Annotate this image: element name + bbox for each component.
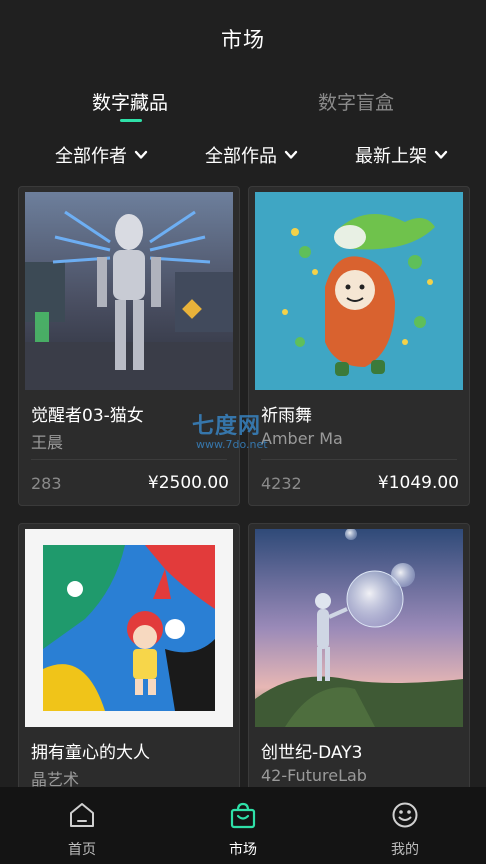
tab-digital-blindbox[interactable]: 数字盲盒 — [318, 88, 394, 115]
nav-label-mine: 我的 — [391, 842, 419, 858]
nav-item-market[interactable]: 市场 — [203, 801, 283, 859]
chevron-down-icon — [134, 150, 148, 159]
filter-author-dropdown[interactable]: 全部作者 — [55, 142, 149, 168]
card-divider — [261, 459, 457, 460]
nav-label-home: 首页 — [68, 842, 96, 858]
bag-icon — [230, 802, 256, 829]
filter-works-dropdown[interactable]: 全部作品 — [205, 142, 299, 168]
genesis-artwork-image — [255, 529, 463, 727]
filter-sort-label: 最新上架 — [355, 146, 427, 167]
collectible-card[interactable]: 创世纪-DAY3 42-FutureLab — [248, 523, 470, 805]
card-divider — [31, 459, 227, 460]
nav-item-mine[interactable]: 我的 — [365, 801, 445, 859]
collectible-card[interactable]: 觉醒者03-猫女 王晨 283 ¥2500.00 — [18, 186, 240, 506]
card-title: 觉醒者03-猫女 — [31, 406, 144, 426]
chevron-down-icon — [284, 150, 298, 159]
card-price: ¥2500.00 — [147, 473, 229, 493]
card-price: ¥1049.00 — [377, 473, 459, 493]
nav-item-home[interactable]: 首页 — [42, 801, 122, 859]
chevron-down-icon — [434, 150, 448, 159]
card-title: 创世纪-DAY3 — [261, 743, 363, 763]
filter-author-label: 全部作者 — [55, 146, 127, 167]
page-title: 市场 — [221, 28, 265, 52]
app-header: 市场 — [0, 0, 486, 78]
collectible-card[interactable]: 祈雨舞 Amber Ma 4232 ¥1049.00 — [248, 186, 470, 506]
filter-bar: 全部作者 全部作品 最新上架 — [0, 136, 486, 176]
card-author: 42-FutureLab — [261, 766, 367, 785]
rain-dance-artwork-image — [255, 192, 463, 390]
card-count: 4232 — [261, 474, 302, 493]
smiley-icon — [392, 802, 418, 828]
home-icon — [70, 803, 94, 827]
card-title: 祈雨舞 — [261, 406, 312, 426]
tab-bar: 数字藏品 数字盲盒 — [0, 82, 486, 126]
active-tab-indicator — [120, 119, 142, 122]
robot-artwork-image — [25, 192, 233, 390]
card-author: 王晨 — [31, 433, 64, 452]
bottom-navigation: 首页 市场 我的 — [0, 787, 486, 864]
card-count: 283 — [31, 474, 62, 493]
collectible-card[interactable]: 拥有童心的大人 晶艺术 — [18, 523, 240, 805]
filter-sort-dropdown[interactable]: 最新上架 — [355, 142, 449, 168]
nav-label-market: 市场 — [229, 842, 257, 858]
card-title: 拥有童心的大人 — [31, 743, 150, 763]
filter-works-label: 全部作品 — [205, 146, 277, 167]
child-heart-artwork-image — [25, 529, 233, 727]
card-author: Amber Ma — [261, 429, 343, 448]
tab-digital-collectibles[interactable]: 数字藏品 — [92, 88, 168, 115]
